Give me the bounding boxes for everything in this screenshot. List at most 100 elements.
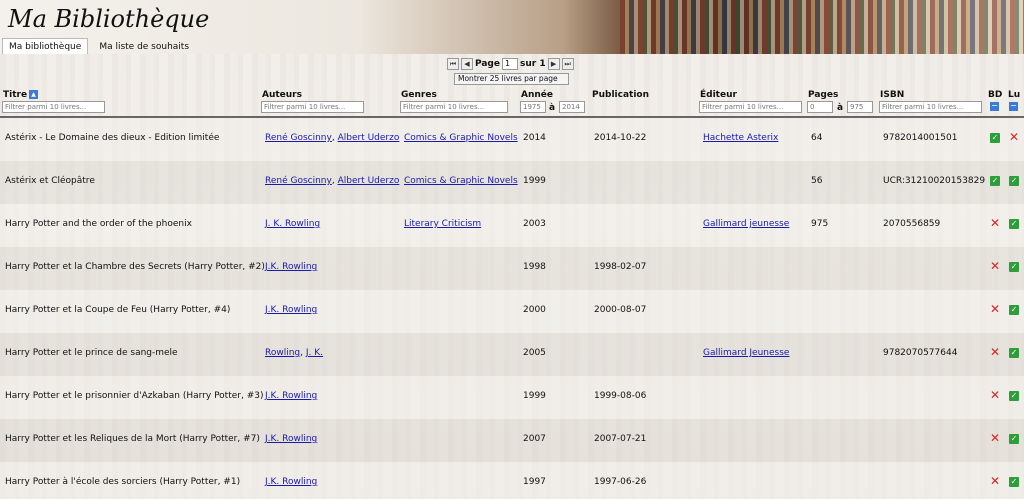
table-row[interactable]: Harry Potter à l'école des sorciers (Har… [0, 462, 1024, 499]
first-page-button[interactable]: ⏮ [447, 58, 459, 70]
pagination: ⏮ ◀ Page 1 sur 1 ▶ ⏭ [447, 57, 577, 71]
publisher-link[interactable]: Gallimard jeunesse [703, 219, 789, 229]
author-link[interactable]: J. K. Rowling [265, 219, 320, 229]
genres-filter-input[interactable]: Filtrer parmi 10 livres... [400, 101, 508, 113]
bookshelf-image [620, 0, 1024, 54]
next-page-button[interactable]: ▶ [547, 58, 560, 70]
book-isbn: 2070556859 [883, 219, 941, 229]
book-isbn: 9782070577644 [883, 348, 958, 358]
year-from-input[interactable]: 1975 [520, 101, 546, 113]
lu-check-icon[interactable]: ✓ [1009, 262, 1019, 272]
book-year: 2005 [523, 348, 546, 358]
book-authors: J.K. Rowling [265, 391, 317, 401]
book-title: Astérix - Le Domaine des dieux - Edition… [5, 133, 220, 143]
author-link[interactable]: Albert Uderzo [338, 133, 400, 143]
column-authors[interactable]: Auteurs [262, 90, 302, 100]
book-publication-date: 2014-10-22 [594, 133, 647, 143]
book-title: Astérix et Cléopâtre [5, 176, 95, 186]
author-link[interactable]: J.K. Rowling [265, 305, 317, 315]
column-pages[interactable]: Pages [808, 90, 838, 100]
lu-check-icon[interactable]: ✓ [1009, 219, 1019, 229]
book-publication-date: 1998-02-07 [594, 262, 647, 272]
author-link[interactable]: J. K. [306, 348, 323, 358]
bd-filter-minus-icon[interactable]: − [990, 102, 999, 111]
tab-ma-bibliotheque[interactable]: Ma bibliothèque [2, 38, 89, 54]
column-lu[interactable]: Lu [1008, 90, 1020, 100]
lu-check-icon[interactable]: ✓ [1009, 305, 1019, 315]
book-authors: J. K. Rowling [265, 219, 320, 229]
table-header: Titre ▲ Filtrer parmi 10 livres... Auteur… [0, 90, 1024, 116]
book-publication-date: 2007-07-21 [594, 434, 647, 444]
pages-range-separator: à [837, 103, 844, 113]
publisher-link[interactable]: Gallimard Jeunesse [703, 348, 789, 358]
author-link[interactable]: Rowling [265, 348, 300, 358]
book-year: 1998 [523, 262, 546, 272]
table-row[interactable]: Harry Potter et la Chambre des Secrets (… [0, 247, 1024, 290]
author-link[interactable]: Albert Uderzo [338, 176, 400, 186]
column-isbn[interactable]: ISBN [880, 90, 904, 100]
author-link[interactable]: J.K. Rowling [265, 477, 317, 487]
column-publisher[interactable]: Éditeur [700, 90, 737, 100]
lu-check-icon[interactable]: ✓ [1009, 176, 1019, 186]
column-title[interactable]: Titre ▲ [3, 90, 39, 100]
publisher-link[interactable]: Hachette Asterix [703, 133, 778, 143]
bd-cross-icon[interactable]: ✕ [989, 217, 1001, 229]
bd-cross-icon[interactable]: ✕ [989, 346, 1001, 358]
book-authors: René Goscinny, Albert Uderzo [265, 176, 400, 186]
lu-check-icon[interactable]: ✓ [1009, 477, 1019, 487]
pages-from-input[interactable]: 0 [807, 101, 833, 113]
table-row[interactable]: Harry Potter et le prince de sang-mele Ro… [0, 333, 1024, 376]
authors-filter-input[interactable]: Filtrer parmi 10 livres... [261, 101, 364, 113]
genre-link[interactable]: Literary Criticism [404, 219, 481, 229]
table-row[interactable]: Astérix et Cléopâtre René Goscinny, Alber… [0, 161, 1024, 204]
bd-cross-icon[interactable]: ✕ [989, 260, 1001, 272]
book-authors: J.K. Rowling [265, 477, 317, 487]
prev-page-button[interactable]: ◀ [461, 58, 473, 70]
bd-cross-icon[interactable]: ✕ [989, 303, 1001, 315]
per-page-select[interactable]: Montrer 25 livres par page [454, 73, 569, 85]
book-publication-date: 1997-06-26 [594, 477, 647, 487]
book-year: 2007 [523, 434, 546, 444]
table-row[interactable]: Harry Potter and the order of the phoeni… [0, 204, 1024, 247]
year-to-input[interactable]: 2014 [559, 101, 585, 113]
last-page-button[interactable]: ⏭ [561, 58, 574, 70]
lu-check-icon[interactable]: ✓ [1009, 348, 1019, 358]
bd-cross-icon[interactable]: ✕ [989, 475, 1001, 487]
genre-link[interactable]: Comics & Graphic Novels [404, 133, 518, 143]
column-genres[interactable]: Genres [401, 90, 437, 100]
table-row[interactable]: Harry Potter et le prisonnier d'Azkaban … [0, 376, 1024, 419]
page-number-input[interactable]: 1 [501, 58, 518, 70]
table-row[interactable]: Harry Potter et la Coupe de Feu (Harry P… [0, 290, 1024, 333]
tab-liste-souhaits[interactable]: Ma liste de souhaits [92, 38, 196, 54]
pages-to-input[interactable]: 975 [847, 101, 873, 113]
lu-check-icon[interactable]: ✓ [1009, 434, 1019, 444]
column-year[interactable]: Année [521, 90, 553, 100]
lu-check-icon[interactable]: ✓ [1009, 391, 1019, 401]
author-link[interactable]: René Goscinny [265, 133, 332, 143]
title-filter-input[interactable]: Filtrer parmi 10 livres... [2, 101, 105, 113]
book-publication-date: 2000-08-07 [594, 305, 647, 315]
bd-cross-icon[interactable]: ✕ [989, 389, 1001, 401]
bd-check-icon[interactable]: ✓ [990, 176, 1000, 186]
table-row[interactable]: Harry Potter et les Reliques de la Mort … [0, 419, 1024, 462]
isbn-filter-input[interactable]: Filtrer parmi 10 livres... [879, 101, 982, 113]
column-publication[interactable]: Publication [592, 90, 649, 100]
lu-filter-minus-icon[interactable]: − [1009, 102, 1018, 111]
author-link[interactable]: René Goscinny [265, 176, 332, 186]
author-link[interactable]: J.K. Rowling [265, 262, 317, 272]
bd-check-icon[interactable]: ✓ [990, 133, 1000, 143]
sort-ascending-icon[interactable]: ▲ [29, 90, 39, 99]
bd-cross-icon[interactable]: ✕ [989, 432, 1001, 444]
genre-link[interactable]: Comics & Graphic Novels [404, 176, 518, 186]
book-year: 2003 [523, 219, 546, 229]
table-row[interactable]: Astérix - Le Domaine des dieux - Edition… [0, 118, 1024, 161]
publisher-filter-input[interactable]: Filtrer parmi 10 livres... [699, 101, 802, 113]
author-link[interactable]: J.K. Rowling [265, 391, 317, 401]
author-link[interactable]: J.K. Rowling [265, 434, 317, 444]
tab-bar: Ma bibliothèque Ma liste de souhaits [2, 38, 196, 54]
column-bd[interactable]: BD [988, 90, 1002, 100]
lu-cross-icon[interactable]: ✕ [1008, 131, 1020, 143]
book-year: 2000 [523, 305, 546, 315]
book-isbn: UCR:31210020153829 [883, 176, 986, 186]
book-year: 2014 [523, 133, 546, 143]
